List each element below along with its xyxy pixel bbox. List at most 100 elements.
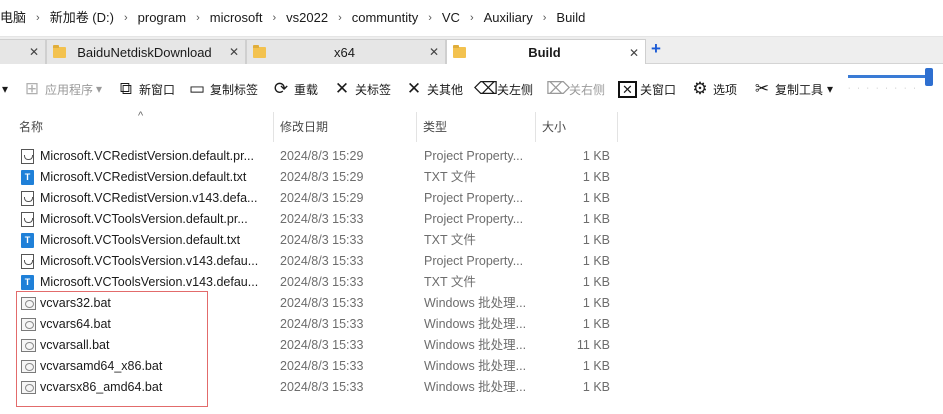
close-right-button[interactable]: ⌦ 关右侧 xyxy=(546,78,605,100)
copy-tools-label: 复制工具 xyxy=(775,82,824,97)
file-name: Microsoft.VCRedistVersion.v143.defa... xyxy=(40,191,258,205)
file-size: 1 KB xyxy=(582,380,610,394)
folder-icon xyxy=(453,45,466,58)
breadcrumb-item[interactable]: Auxiliary xyxy=(480,7,537,29)
close-right-icon: ⌦ xyxy=(546,79,571,98)
file-date: 2024/8/3 15:33 xyxy=(280,212,364,226)
copy-tabs-icon: ▭ xyxy=(188,79,206,98)
text-file-icon: T xyxy=(21,275,34,290)
new-window-icon: ⧉ xyxy=(119,79,133,98)
apps-button[interactable]: ⊞ 应用程序 ▾ xyxy=(22,78,102,100)
breadcrumb-item[interactable]: vs2022 xyxy=(282,7,332,29)
tab-baidunetdiskdownload[interactable]: BaiduNetdiskDownload ✕ xyxy=(46,39,246,64)
new-window-button[interactable]: ⧉ 新窗口 xyxy=(116,78,175,100)
dropdown-caret-left[interactable]: ▾ xyxy=(2,78,8,100)
close-tab-label: 关标签 xyxy=(355,82,392,97)
close-icon: ✕ xyxy=(334,79,350,98)
breadcrumb-separator-icon[interactable]: › xyxy=(30,7,46,29)
column-header-size[interactable]: 大小 xyxy=(536,112,618,142)
file-row[interactable]: Microsoft.VCToolsVersion.v143.defau... 20… xyxy=(0,251,943,272)
close-right-label: 关右侧 xyxy=(569,82,606,97)
file-name: Microsoft.VCToolsVersion.v143.defau... xyxy=(40,275,259,289)
column-divider[interactable] xyxy=(617,112,618,142)
file-size: 1 KB xyxy=(582,191,610,205)
file-size: 1 KB xyxy=(582,233,610,247)
close-left-button[interactable]: ⌫ 关左侧 xyxy=(474,78,533,100)
close-tab-button[interactable]: ✕ 关标签 xyxy=(332,78,391,100)
breadcrumb-separator-icon[interactable]: › xyxy=(537,7,553,29)
sort-ascending-icon: ^ xyxy=(138,110,144,122)
file-type: Windows 批处理... xyxy=(424,359,527,373)
property-file-icon xyxy=(21,149,34,164)
copy-tabs-label: 复制标签 xyxy=(210,82,259,97)
close-icon[interactable]: ✕ xyxy=(23,45,45,59)
toolbar: ▾ ⊞ 应用程序 ▾ ⧉ 新窗口 ▭ 复制标签 ⟳ 重载 ✕ 关标签 ✕ 关其他… xyxy=(0,64,943,112)
file-type: TXT 文件 xyxy=(424,275,476,289)
options-button[interactable]: ⚙ 选项 xyxy=(690,78,737,100)
file-row[interactable]: Microsoft.VCToolsVersion.default.pr... 20… xyxy=(0,209,943,230)
reload-label: 重载 xyxy=(294,82,319,97)
file-size: 1 KB xyxy=(582,170,610,184)
breadcrumb-item[interactable]: microsoft xyxy=(206,7,267,29)
zoom-slider-fill xyxy=(848,75,929,78)
file-date: 2024/8/3 15:33 xyxy=(280,317,364,331)
file-row[interactable]: T Microsoft.VCRedistVersion.default.txt 20… xyxy=(0,167,943,188)
file-type: Project Property... xyxy=(424,212,524,226)
file-date: 2024/8/3 15:29 xyxy=(280,191,364,205)
close-window-button[interactable]: ✕ 关窗口 xyxy=(618,78,676,100)
tab-partial[interactable]: ✕ xyxy=(0,39,46,64)
file-name: Microsoft.VCToolsVersion.v143.defau... xyxy=(40,254,259,268)
close-window-label: 关窗口 xyxy=(640,82,677,97)
close-icon[interactable]: ✕ xyxy=(623,46,645,60)
file-date: 2024/8/3 15:33 xyxy=(280,233,364,247)
breadcrumb-separator-icon[interactable]: › xyxy=(190,7,206,29)
breadcrumb-item[interactable]: VC xyxy=(438,7,464,29)
breadcrumb-separator-icon[interactable]: › xyxy=(266,7,282,29)
file-type: Windows 批处理... xyxy=(424,380,527,394)
file-date: 2024/8/3 15:33 xyxy=(280,275,364,289)
property-file-icon xyxy=(21,212,34,227)
file-type: TXT 文件 xyxy=(424,233,476,247)
breadcrumb-separator-icon[interactable]: › xyxy=(332,7,348,29)
file-size: 1 KB xyxy=(582,254,610,268)
file-size: 11 KB xyxy=(576,338,610,352)
address-bar[interactable]: 电脑 › 新加卷 (D:) › program › microsoft › vs2022 › com… xyxy=(0,0,943,37)
new-tab-button[interactable]: + xyxy=(651,39,661,59)
breadcrumb-item[interactable]: program xyxy=(134,7,190,29)
file-date: 2024/8/3 15:29 xyxy=(280,149,364,163)
zoom-slider-thumb[interactable] xyxy=(924,68,933,86)
breadcrumb-item[interactable]: 新加卷 (D:) xyxy=(46,7,118,29)
file-row[interactable]: Microsoft.VCRedistVersion.default.pr... 2… xyxy=(0,146,943,167)
file-size: 1 KB xyxy=(582,296,610,310)
copy-tools-button[interactable]: ✂ 复制工具 ▾ xyxy=(752,78,833,100)
close-left-icon: ⌫ xyxy=(474,79,499,98)
breadcrumb-separator-icon[interactable]: › xyxy=(422,7,438,29)
copy-tabs-button[interactable]: ▭ 复制标签 xyxy=(187,78,258,100)
file-date: 2024/8/3 15:29 xyxy=(280,170,364,184)
breadcrumb-item[interactable]: 电脑 xyxy=(0,7,30,29)
close-others-button[interactable]: ✕ 关其他 xyxy=(404,78,463,100)
breadcrumb-item[interactable]: communtity xyxy=(348,7,422,29)
folder-icon xyxy=(53,44,66,58)
close-icon[interactable]: ✕ xyxy=(423,45,445,59)
close-window-icon: ✕ xyxy=(618,80,637,98)
tab-x64[interactable]: x64 ✕ xyxy=(246,39,446,64)
breadcrumb-item[interactable]: Build xyxy=(552,7,589,29)
file-row[interactable]: Microsoft.VCRedistVersion.v143.defa... 20… xyxy=(0,188,943,209)
tab-build[interactable]: Build ✕ xyxy=(446,39,646,65)
column-header-type[interactable]: 类型 xyxy=(417,112,535,142)
file-row[interactable]: T Microsoft.VCToolsVersion.default.txt 202… xyxy=(0,230,943,251)
reload-button[interactable]: ⟳ 重载 xyxy=(271,78,318,100)
breadcrumb-separator-icon[interactable]: › xyxy=(464,7,480,29)
options-label: 选项 xyxy=(713,82,738,97)
highlight-box xyxy=(16,291,208,407)
file-name: Microsoft.VCRedistVersion.default.pr... xyxy=(40,149,254,163)
breadcrumb-separator-icon[interactable]: › xyxy=(118,7,134,29)
file-row[interactable]: T Microsoft.VCToolsVersion.v143.defau... 2… xyxy=(0,272,943,293)
column-header-date[interactable]: 修改日期 xyxy=(274,112,416,142)
close-icon[interactable]: ✕ xyxy=(223,45,245,59)
tab-strip: ✕ BaiduNetdiskDownload ✕ x64 ✕ Build ✕ xyxy=(0,37,943,65)
file-size: 1 KB xyxy=(582,317,610,331)
text-file-icon: T xyxy=(21,233,34,248)
tab-label: Build xyxy=(528,45,561,60)
